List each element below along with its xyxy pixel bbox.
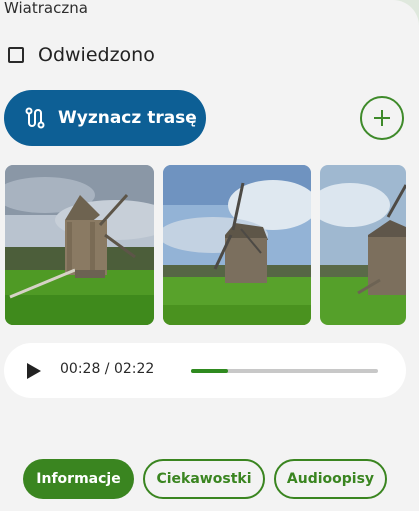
audio-player: 00:28 / 02:22: [4, 343, 406, 398]
tab-ciekawostki[interactable]: Ciekawostki: [143, 459, 265, 499]
tab-audioopisy[interactable]: Audioopisy: [274, 459, 387, 499]
gallery-photo-3[interactable]: [320, 165, 406, 325]
route-button-label: Wyznacz trasę: [58, 108, 197, 128]
gallery-photo-2[interactable]: [163, 165, 311, 325]
plus-icon: [374, 110, 390, 126]
visited-label: Odwiedzono: [38, 44, 155, 66]
route-button[interactable]: Wyznacz trasę: [4, 90, 206, 146]
audio-progress-bar[interactable]: [191, 369, 378, 373]
add-button[interactable]: [360, 96, 404, 140]
visited-checkbox-row[interactable]: Odwiedzono: [8, 44, 155, 66]
tab-bar: Informacje Ciekawostki Audioopisy: [0, 459, 419, 499]
audio-time: 00:28 / 02:22: [60, 361, 155, 377]
tab-informacje[interactable]: Informacje: [23, 459, 134, 499]
gallery-photo-1[interactable]: [5, 165, 154, 325]
play-icon[interactable]: [26, 362, 42, 380]
route-icon: [24, 107, 46, 129]
photo-gallery[interactable]: [0, 165, 419, 325]
visited-checkbox[interactable]: [8, 47, 24, 63]
audio-progress-fill: [191, 369, 229, 373]
detail-sheet: Wiatraczna Odwiedzono Wyznacz trasę 00:2…: [0, 0, 419, 511]
place-name: Wiatraczna: [4, 0, 88, 17]
